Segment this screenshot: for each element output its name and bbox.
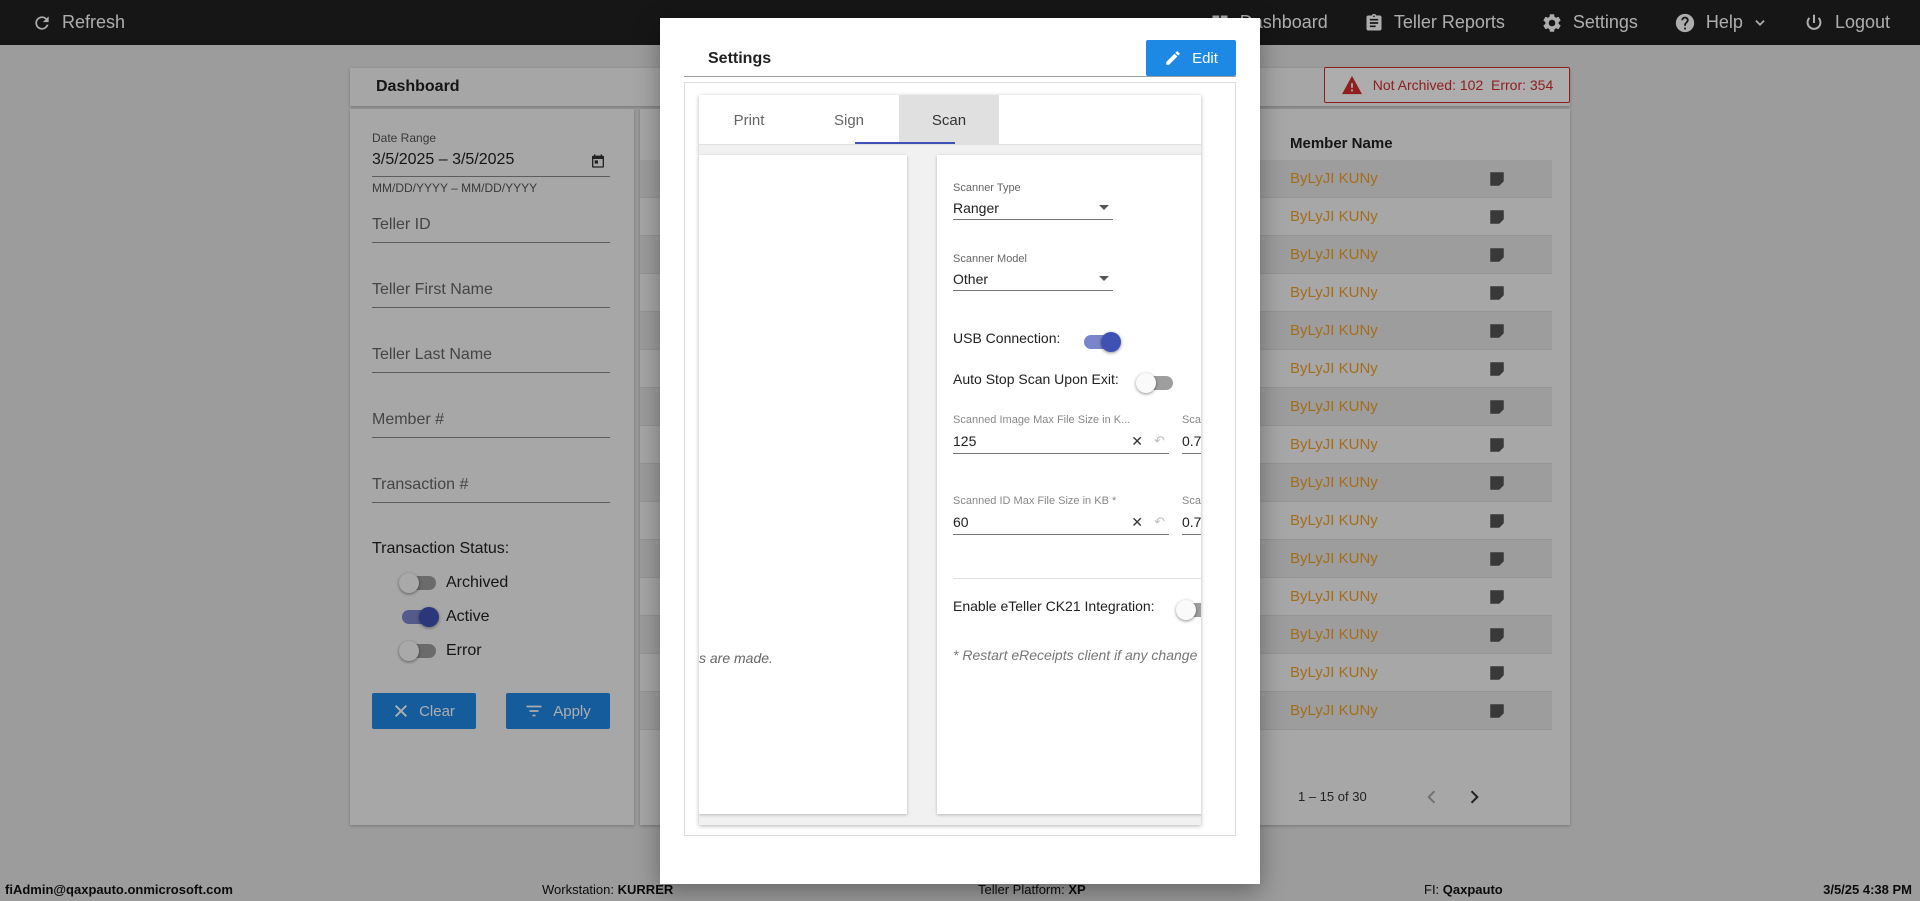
usb-connection-label: USB Connection:	[953, 330, 1061, 346]
scanner-model-select[interactable]: Scanner Model Other	[953, 253, 1113, 291]
edit-button[interactable]: Edit	[1146, 40, 1236, 76]
ck21-row: Enable eTeller CK21 Integration:	[953, 595, 1201, 620]
image-max-size-label: Scanned Image Max File Size in K...	[953, 414, 1131, 426]
ck21-toggle[interactable]	[1175, 600, 1201, 620]
id-max-size-input[interactable]: Scanned ID Max File Size in KB * 60 ✕ ↶	[953, 495, 1169, 535]
undo-icon[interactable]: ↶	[1154, 433, 1165, 449]
tab-print[interactable]: Print	[699, 95, 799, 145]
scanner-model-label: Scanner Model	[953, 253, 1027, 265]
clipped-label-2: Sca	[1182, 495, 1201, 507]
auto-stop-row: Auto Stop Scan Upon Exit:	[953, 368, 1173, 393]
edit-label: Edit	[1192, 49, 1218, 67]
tab-indicator	[855, 142, 955, 144]
usb-connection-row: USB Connection:	[953, 327, 1122, 352]
scanner-type-value: Ranger	[953, 200, 999, 216]
tab-scan[interactable]: Scan	[899, 95, 999, 145]
clipped-input-1[interactable]: Sca 0.7	[1182, 414, 1201, 454]
left-card-note: s are made.	[699, 650, 773, 666]
settings-tabs: Print Sign Scan	[699, 95, 1201, 145]
id-max-size-label: Scanned ID Max File Size in KB *	[953, 495, 1117, 507]
scanner-type-select[interactable]: Scanner Type Ranger	[953, 182, 1113, 220]
scan-settings-card: Scanner Type Ranger Scanner Model Other …	[937, 155, 1201, 814]
clipped-value-1: 0.7	[1182, 433, 1201, 449]
pencil-icon	[1164, 49, 1182, 67]
dropdown-arrow-icon	[1099, 276, 1109, 281]
settings-dialog: Settings Edit Print Sign Scan s are made…	[660, 18, 1260, 884]
tab-sign[interactable]: Sign	[799, 95, 899, 145]
scanner-type-label: Scanner Type	[953, 182, 1021, 194]
scanner-model-value: Other	[953, 271, 989, 287]
section-divider	[953, 578, 1201, 579]
settings-tab-container: Print Sign Scan s are made. Scanner Type…	[699, 95, 1201, 825]
clear-icon[interactable]: ✕	[1131, 433, 1143, 450]
sign-settings-card: s are made.	[699, 155, 907, 814]
clipped-label-1: Sca	[1182, 414, 1201, 426]
clear-icon[interactable]: ✕	[1131, 514, 1143, 531]
auto-stop-toggle[interactable]	[1135, 373, 1173, 393]
restart-note: * Restart eReceipts client if any change	[953, 647, 1198, 663]
auto-stop-label: Auto Stop Scan Upon Exit:	[953, 371, 1119, 387]
settings-header: Settings Edit	[684, 40, 1236, 77]
clipped-input-2[interactable]: Sca 0.7	[1182, 495, 1201, 535]
settings-title: Settings	[708, 50, 772, 67]
settings-body: Print Sign Scan s are made. Scanner Type…	[684, 82, 1236, 836]
usb-connection-toggle[interactable]	[1084, 332, 1122, 352]
dropdown-arrow-icon	[1099, 205, 1109, 210]
image-max-size-input[interactable]: Scanned Image Max File Size in K... 125 …	[953, 414, 1169, 454]
undo-icon[interactable]: ↶	[1154, 514, 1165, 530]
clipped-value-2: 0.7	[1182, 514, 1201, 530]
ck21-label: Enable eTeller CK21 Integration:	[953, 598, 1155, 614]
